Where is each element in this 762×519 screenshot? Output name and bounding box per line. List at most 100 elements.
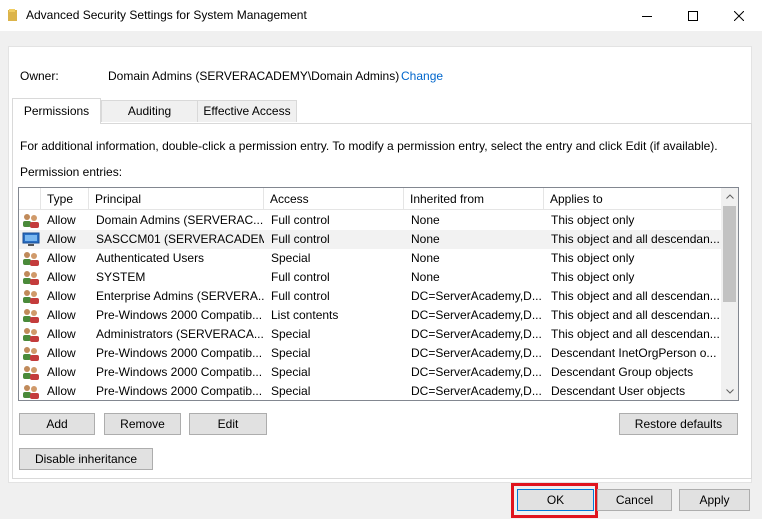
tab-permissions[interactable]: Permissions <box>12 98 101 124</box>
scrollbar-thumb[interactable] <box>723 206 736 302</box>
row-type-cell: Allow <box>47 346 76 360</box>
group-icon <box>22 308 40 323</box>
minimize-icon <box>642 15 652 17</box>
close-icon <box>734 10 744 21</box>
row-principal-cell: SYSTEM <box>96 270 146 284</box>
group-icon <box>22 365 40 380</box>
ok-button[interactable]: OK <box>517 489 594 511</box>
permission-entries-list[interactable]: Type Principal Access Inherited from App… <box>18 187 739 401</box>
table-row[interactable]: Allow SASCCM01 (SERVERACADEM... Full contr… <box>19 230 721 249</box>
maximize-button[interactable] <box>670 0 716 31</box>
close-button[interactable] <box>716 0 762 31</box>
apply-button[interactable]: Apply <box>679 489 750 511</box>
table-row[interactable]: Allow Domain Admins (SERVERAC... Full cont… <box>19 211 721 230</box>
row-access-cell: Special <box>271 365 311 379</box>
row-principal-cell: Administrators (SERVERACA... <box>96 327 264 341</box>
row-type-cell: Allow <box>47 327 76 341</box>
column-header-icon[interactable] <box>19 188 41 210</box>
minimize-button[interactable] <box>624 0 670 31</box>
row-access-cell: Full control <box>271 232 330 246</box>
row-applies-cell: This object and all descendan... <box>551 289 719 303</box>
group-icon <box>22 251 40 266</box>
chevron-down-icon <box>725 389 734 394</box>
tab-effective-access[interactable]: Effective Access <box>197 100 297 122</box>
change-owner-link[interactable]: Change <box>401 69 443 83</box>
table-row[interactable]: Allow Pre-Windows 2000 Compatib... Special… <box>19 363 721 382</box>
row-principal-cell: Pre-Windows 2000 Compatib... <box>96 308 263 322</box>
row-inherited-cell: None <box>411 213 440 227</box>
group-icon <box>22 213 40 228</box>
scroll-down-button[interactable] <box>721 383 738 400</box>
vertical-scrollbar[interactable] <box>721 188 738 400</box>
folder-icon <box>8 9 18 21</box>
row-principal-cell: Enterprise Admins (SERVERA... <box>96 289 264 303</box>
row-access-cell: Special <box>271 251 311 265</box>
group-icon <box>22 384 40 399</box>
table-row[interactable]: Allow Pre-Windows 2000 Compatib... Special… <box>19 382 721 400</box>
window-title: Advanced Security Settings for System Ma… <box>26 8 307 22</box>
tab-auditing[interactable]: Auditing <box>101 100 198 122</box>
column-header-principal[interactable]: Principal <box>89 188 264 210</box>
group-icon <box>22 346 40 361</box>
add-button[interactable]: Add <box>19 413 95 435</box>
computer-icon <box>22 232 40 247</box>
row-applies-cell: This object only <box>551 270 635 284</box>
cancel-button[interactable]: Cancel <box>597 489 672 511</box>
group-icon <box>22 327 40 342</box>
row-applies-cell: This object only <box>551 213 635 227</box>
row-type-cell: Allow <box>47 232 76 246</box>
group-icon <box>22 270 40 285</box>
row-inherited-cell: DC=ServerAcademy,D... <box>411 327 542 341</box>
title-bar[interactable]: Advanced Security Settings for System Ma… <box>0 0 762 31</box>
row-inherited-cell: DC=ServerAcademy,D... <box>411 308 542 322</box>
row-type-cell: Allow <box>47 270 76 284</box>
row-principal-cell: Domain Admins (SERVERAC... <box>96 213 264 227</box>
restore-defaults-button[interactable]: Restore defaults <box>619 413 738 435</box>
row-access-cell: Special <box>271 327 311 341</box>
column-header-inherited-from[interactable]: Inherited from <box>404 188 544 210</box>
row-applies-cell: Descendant InetOrgPerson o... <box>551 346 717 360</box>
row-inherited-cell: None <box>411 270 440 284</box>
row-applies-cell: This object and all descendan... <box>551 327 719 341</box>
maximize-icon <box>688 10 698 21</box>
table-row[interactable]: Allow Enterprise Admins (SERVERA... Full c… <box>19 287 721 306</box>
column-header-applies-to[interactable]: Applies to <box>544 188 721 210</box>
row-access-cell: Special <box>271 384 311 398</box>
group-icon <box>22 289 40 304</box>
row-inherited-cell: DC=ServerAcademy,D... <box>411 365 542 379</box>
row-inherited-cell: DC=ServerAcademy,D... <box>411 289 542 303</box>
scroll-up-button[interactable] <box>721 188 738 205</box>
owner-label: Owner: <box>20 69 59 83</box>
remove-button[interactable]: Remove <box>104 413 181 435</box>
row-principal-cell: Pre-Windows 2000 Compatib... <box>96 384 263 398</box>
row-type-cell: Allow <box>47 289 76 303</box>
column-header-access[interactable]: Access <box>264 188 404 210</box>
row-inherited-cell: DC=ServerAcademy,D... <box>411 346 542 360</box>
info-text: For additional information, double-click… <box>20 139 718 153</box>
table-row[interactable]: Allow Authenticated Users Special None This … <box>19 249 721 268</box>
row-inherited-cell: DC=ServerAcademy,D... <box>411 384 542 398</box>
edit-button[interactable]: Edit <box>189 413 267 435</box>
owner-value: Domain Admins (SERVERACADEMY\Domain Admi… <box>108 69 400 83</box>
row-access-cell: Full control <box>271 289 330 303</box>
row-access-cell: Full control <box>271 213 330 227</box>
row-type-cell: Allow <box>47 365 76 379</box>
column-header-type[interactable]: Type <box>41 188 89 210</box>
table-row[interactable]: Allow SYSTEM Full control None This object o… <box>19 268 721 287</box>
row-principal-cell: Pre-Windows 2000 Compatib... <box>96 346 263 360</box>
row-access-cell: List contents <box>271 308 339 322</box>
row-principal-cell: Authenticated Users <box>96 251 205 265</box>
table-row[interactable]: Allow Administrators (SERVERACA... Special… <box>19 325 721 344</box>
row-inherited-cell: None <box>411 232 440 246</box>
row-applies-cell: This object only <box>551 251 635 265</box>
row-applies-cell: This object and all descendan... <box>551 232 719 246</box>
permission-entries-label: Permission entries: <box>20 165 123 179</box>
row-principal-cell: SASCCM01 (SERVERACADEM... <box>96 232 264 246</box>
row-applies-cell: This object and all descendan... <box>551 308 719 322</box>
row-access-cell: Special <box>271 346 311 360</box>
row-type-cell: Allow <box>47 308 76 322</box>
table-row[interactable]: Allow Pre-Windows 2000 Compatib... Special… <box>19 344 721 363</box>
row-applies-cell: Descendant Group objects <box>551 365 694 379</box>
table-row[interactable]: Allow Pre-Windows 2000 Compatib... List co… <box>19 306 721 325</box>
disable-inheritance-button[interactable]: Disable inheritance <box>19 448 153 470</box>
